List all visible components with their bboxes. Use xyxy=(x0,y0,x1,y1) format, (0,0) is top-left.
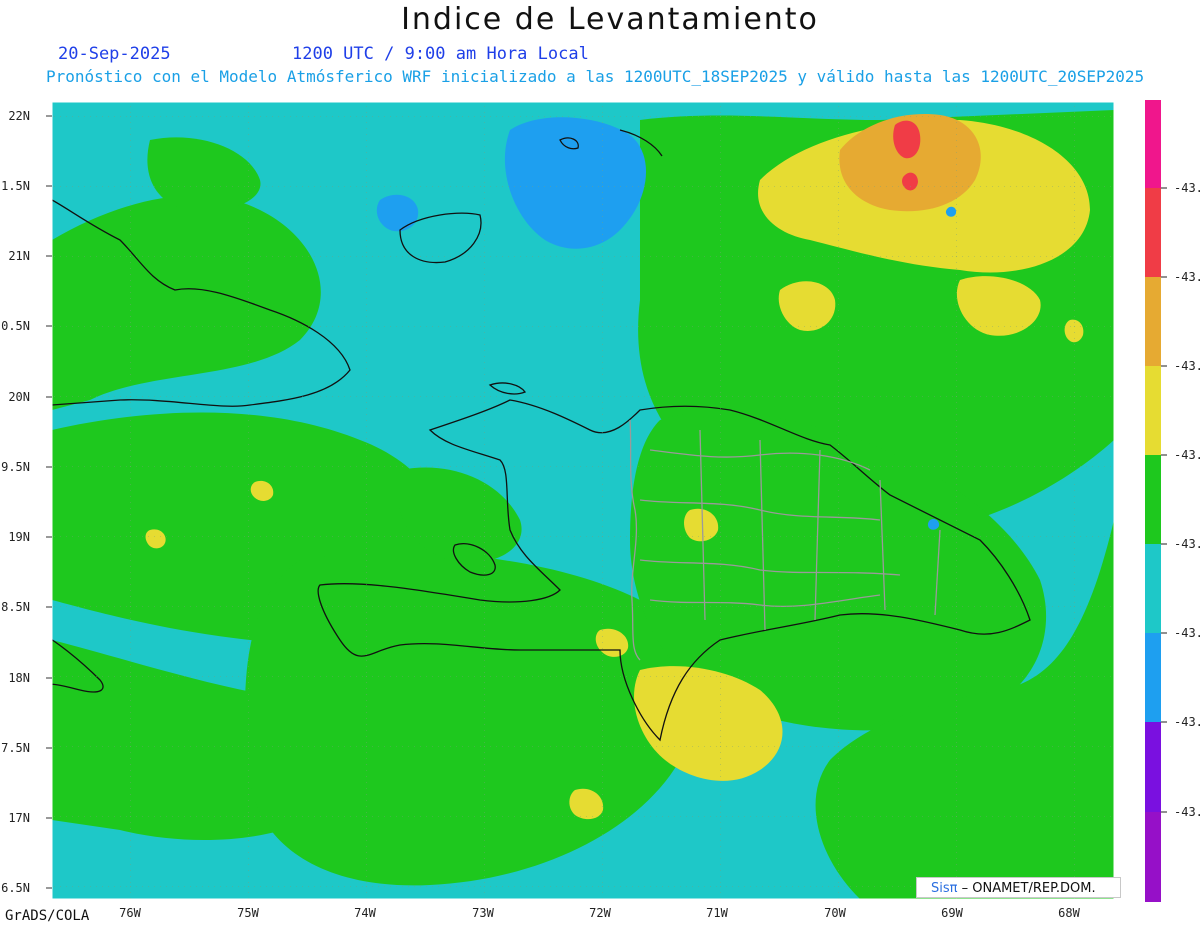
lon-label: 76W xyxy=(119,906,141,920)
lat-label: 6.5N xyxy=(1,881,30,895)
lat-label: 17N xyxy=(8,811,30,825)
grads-credit: GrADS/COLA xyxy=(5,908,90,924)
legend-label: -43.2 xyxy=(1174,270,1200,284)
lon-label: 75W xyxy=(237,906,259,920)
forecast-map xyxy=(46,100,1167,902)
colorbar-segment xyxy=(1145,544,1161,633)
colorbar-segment xyxy=(1145,100,1161,188)
lon-label: 74W xyxy=(354,906,376,920)
colorbar-segment xyxy=(1145,366,1161,455)
legend-label: -43.5 xyxy=(1174,537,1200,551)
colorbar-segment xyxy=(1145,188,1161,277)
lat-label: 18N xyxy=(8,671,30,685)
colorbar-segment xyxy=(1145,722,1161,812)
lat-label: 8.5N xyxy=(1,600,30,614)
legend-label: -43.4 xyxy=(1174,448,1200,462)
lon-label: 72W xyxy=(589,906,611,920)
lat-label: 0.5N xyxy=(1,319,30,333)
brand-label: Sisπ xyxy=(931,881,958,896)
lat-label: 7.5N xyxy=(1,741,30,755)
legend-label: -43.1 xyxy=(1174,181,1200,195)
colorbar-segment xyxy=(1145,455,1161,544)
legend-label: -43.8 xyxy=(1174,805,1200,819)
legend-label: -43.6 xyxy=(1174,626,1200,640)
lon-label: 68W xyxy=(1058,906,1080,920)
lat-label: 21N xyxy=(8,249,30,263)
lat-label: 1.5N xyxy=(1,179,30,193)
colorbar xyxy=(1145,100,1167,902)
colorbar-segment xyxy=(1145,633,1161,722)
lat-label: 19N xyxy=(8,530,30,544)
field-layer xyxy=(52,102,1114,899)
lon-label: 71W xyxy=(706,906,728,920)
legend-label: -43.7 xyxy=(1174,715,1200,729)
legend-label: -43.3 xyxy=(1174,359,1200,373)
lat-label: 20N xyxy=(8,390,30,404)
colorbar-segment xyxy=(1145,812,1161,902)
source-badge: Sisπ – ONAMET/REP.DOM. xyxy=(916,877,1121,898)
lat-label: 22N xyxy=(8,109,30,123)
lon-label: 73W xyxy=(472,906,494,920)
lon-label: 70W xyxy=(824,906,846,920)
colorbar-segment xyxy=(1145,277,1161,366)
axis-ticks xyxy=(46,115,52,889)
source-label: – ONAMET/REP.DOM. xyxy=(957,881,1096,896)
lon-label: 69W xyxy=(941,906,963,920)
lat-label: 9.5N xyxy=(1,460,30,474)
